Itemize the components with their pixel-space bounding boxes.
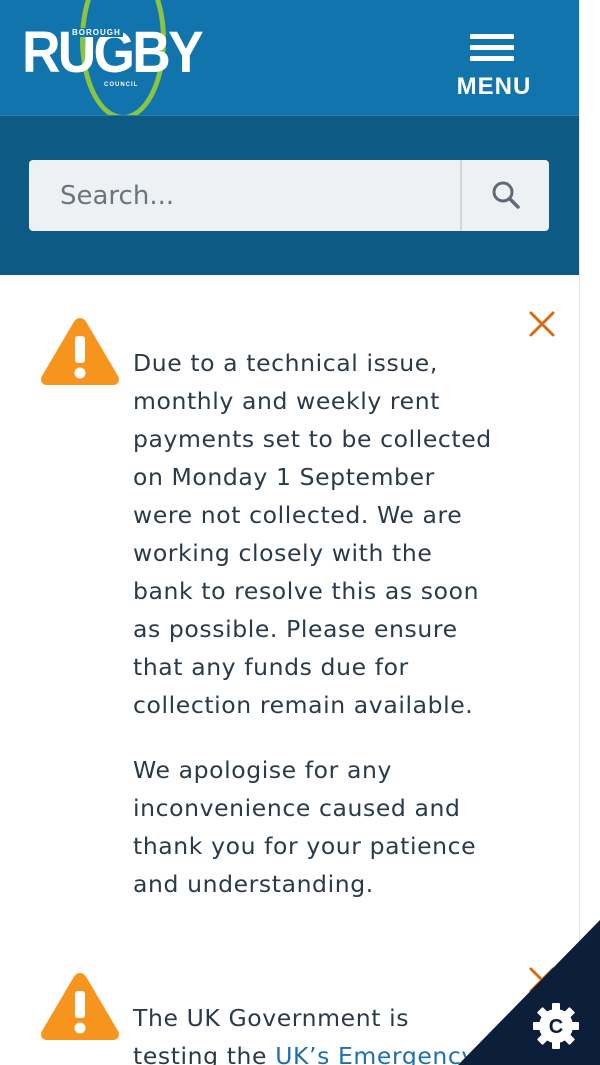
search-icon	[492, 181, 520, 209]
site-header: RUGBY BOROUGH COUNCIL MENU	[0, 0, 579, 115]
search-box	[29, 160, 549, 231]
menu-label: MENU	[456, 73, 532, 100]
alert-apology: We apologise for any inconvenience cause…	[133, 756, 477, 898]
logo-subtext-bottom: COUNCIL	[102, 82, 141, 88]
cookie-settings-button[interactable]: C	[458, 920, 600, 1065]
svg-text:C: C	[549, 1016, 563, 1038]
emergency-alerts-link[interactable]: UK’s Emergency	[275, 1042, 476, 1065]
cookie-icon: C	[533, 1003, 579, 1049]
page-gutter	[579, 0, 600, 1065]
alert-message: The UK Government is testing the UK’s Em…	[133, 999, 493, 1065]
council-logo[interactable]: RUGBY BOROUGH COUNCIL	[18, 0, 204, 115]
search-button[interactable]	[462, 160, 549, 231]
warning-icon	[41, 973, 119, 1040]
alert-message: Due to a technical issue, monthly and we…	[133, 349, 492, 719]
menu-button[interactable]: MENU	[448, 28, 540, 106]
search-input[interactable]	[29, 160, 460, 231]
close-icon[interactable]	[527, 309, 557, 339]
menu-icon	[470, 34, 514, 67]
logo-subtext-top: BOROUGH	[70, 28, 123, 37]
page: RUGBY BOROUGH COUNCIL MENU Search... Due…	[0, 0, 579, 1065]
search-section	[0, 115, 579, 275]
warning-icon	[41, 318, 119, 385]
